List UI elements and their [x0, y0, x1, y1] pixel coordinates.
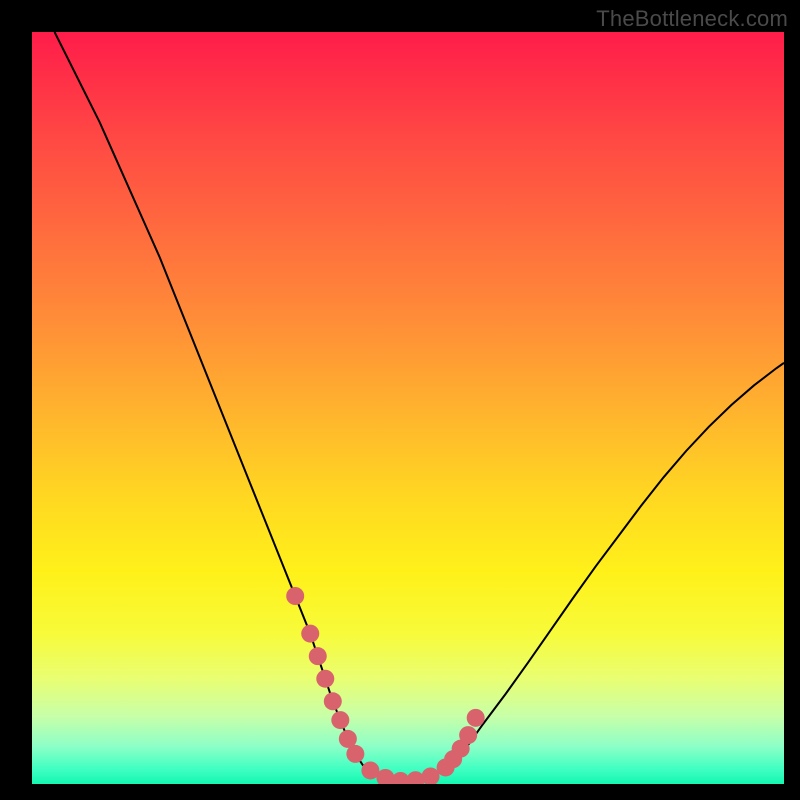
curve-marker — [301, 625, 319, 643]
curve-marker — [346, 745, 364, 763]
curve-marker — [286, 587, 304, 605]
curve-marker — [459, 726, 477, 744]
curve-marker — [467, 709, 485, 727]
curve-path — [55, 32, 784, 781]
curve-marker — [422, 767, 440, 784]
watermark-text: TheBottleneck.com — [596, 6, 788, 32]
chart-frame: TheBottleneck.com — [0, 0, 800, 800]
chart-svg-layer — [32, 32, 784, 784]
marker-group — [286, 587, 484, 784]
bottleneck-curve — [55, 32, 784, 781]
curve-marker — [331, 711, 349, 729]
plot-area — [32, 32, 784, 784]
curve-marker — [309, 647, 327, 665]
curve-marker — [316, 670, 334, 688]
curve-marker — [324, 692, 342, 710]
